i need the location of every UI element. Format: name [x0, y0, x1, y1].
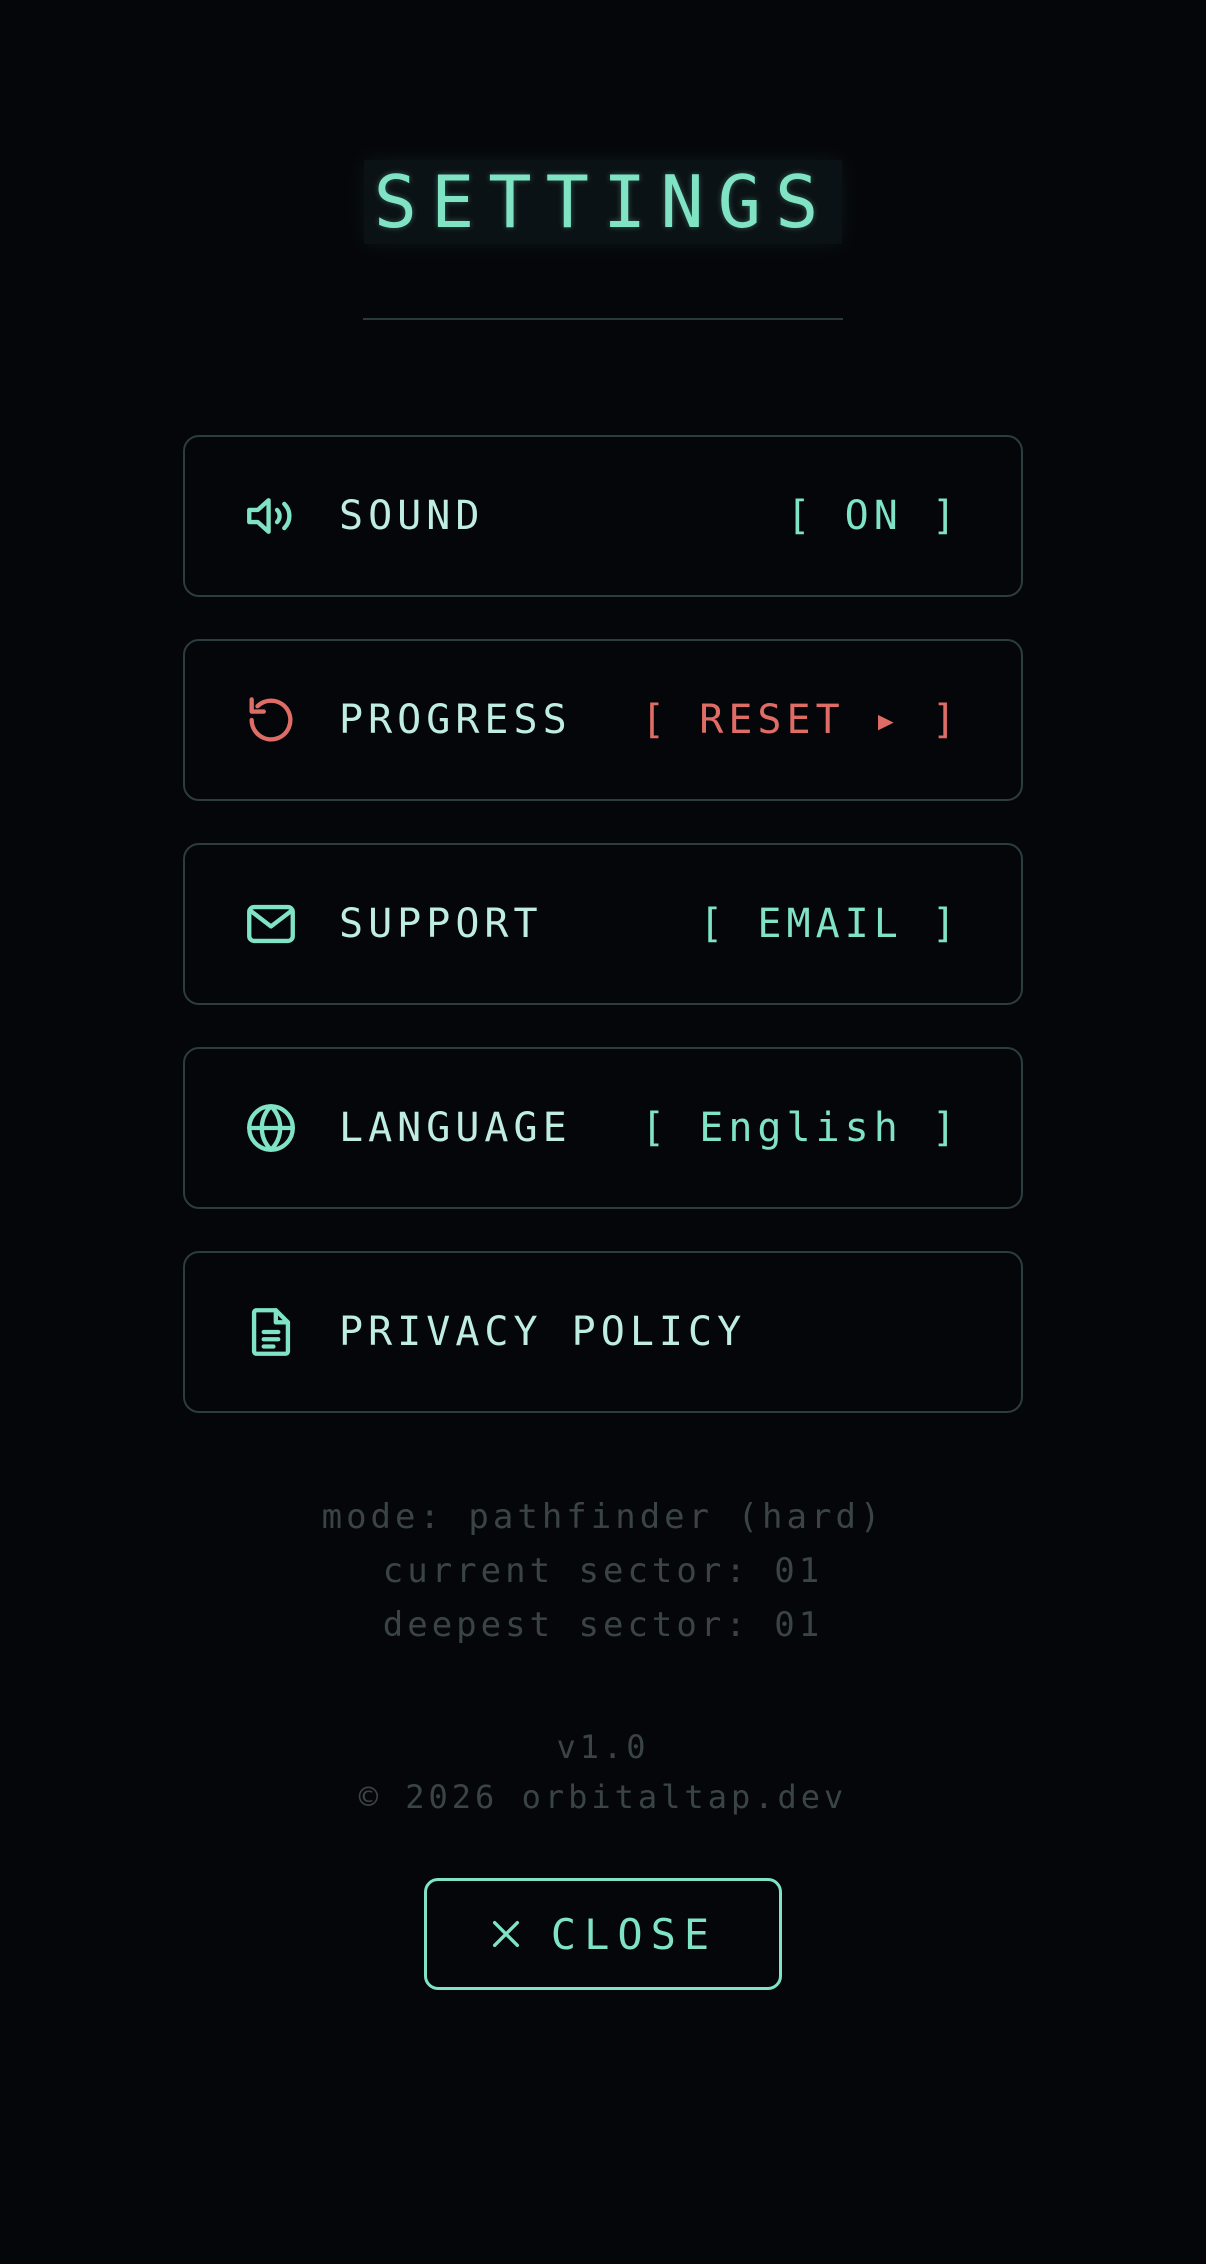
setting-label-progress: PROGRESS — [339, 697, 572, 743]
game-status-info: mode: pathfinder (hard) current sector: … — [0, 1490, 1206, 1652]
document-icon — [241, 1302, 301, 1362]
support-email-button[interactable]: [ EMAIL ] — [699, 901, 961, 947]
setting-row-support[interactable]: SUPPORT [ EMAIL ] — [183, 843, 1023, 1005]
setting-row-language[interactable]: LANGUAGE [ English ] — [183, 1047, 1023, 1209]
setting-label-language: LANGUAGE — [339, 1105, 572, 1151]
setting-row-sound[interactable]: SOUND [ ON ] — [183, 435, 1023, 597]
close-button[interactable]: CLOSE — [424, 1878, 782, 1990]
current-sector-text: current sector: 01 — [382, 1551, 824, 1591]
close-icon — [492, 1920, 519, 1948]
deepest-sector-text: deepest sector: 01 — [382, 1605, 824, 1645]
language-select[interactable]: [ English ] — [641, 1105, 961, 1151]
reset-progress-button[interactable]: [ RESET ▸ ] — [641, 697, 961, 743]
copyright-text: © 2026 orbitaltap.dev — [358, 1778, 848, 1816]
speaker-icon — [241, 486, 301, 546]
mail-icon — [241, 894, 301, 954]
page-title: SETTINGS — [363, 160, 843, 244]
sound-toggle-value[interactable]: [ ON ] — [787, 493, 962, 539]
setting-row-privacy-policy[interactable]: PRIVACY POLICY — [183, 1251, 1023, 1413]
version-text: v1.0 — [556, 1728, 650, 1766]
setting-label-support: SUPPORT — [339, 901, 543, 947]
close-button-label: CLOSE — [550, 1909, 718, 1959]
title-divider — [363, 318, 843, 320]
title-container: SETTINGS — [0, 160, 1206, 244]
setting-label-sound: SOUND — [339, 493, 485, 539]
mode-text: mode: pathfinder (hard) — [321, 1497, 885, 1537]
settings-list: SOUND [ ON ] PROGRESS [ RESET ▸ ] SUPPOR… — [183, 435, 1023, 1455]
setting-label-privacy-policy: PRIVACY POLICY — [339, 1309, 747, 1355]
footer: v1.0 © 2026 orbitaltap.dev — [0, 1722, 1206, 1822]
setting-row-progress[interactable]: PROGRESS [ RESET ▸ ] — [183, 639, 1023, 801]
reset-icon — [241, 690, 301, 750]
globe-icon — [241, 1098, 301, 1158]
